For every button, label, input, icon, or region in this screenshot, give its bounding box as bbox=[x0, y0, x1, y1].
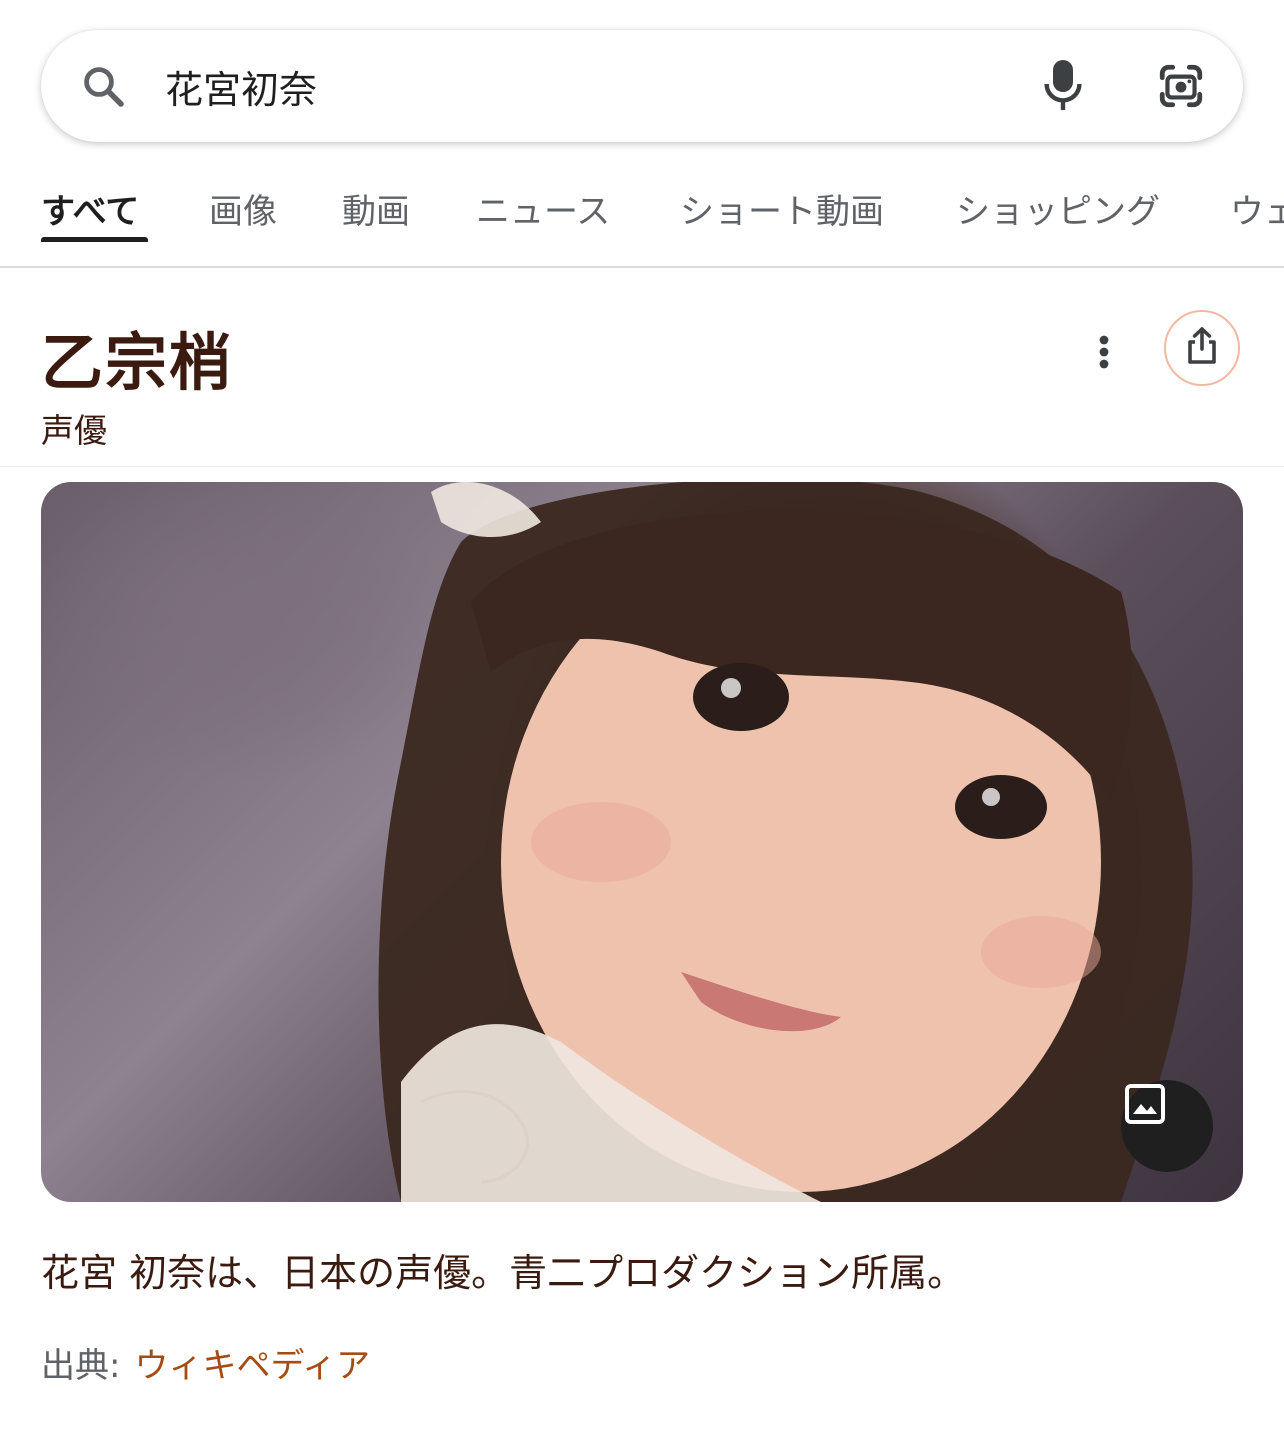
open-image-gallery-button[interactable] bbox=[1121, 1080, 1213, 1172]
tab-images[interactable]: 画像 bbox=[209, 184, 277, 233]
share-icon bbox=[1185, 327, 1219, 369]
more-vertical-icon bbox=[1098, 334, 1110, 374]
source-label: 出典: bbox=[41, 1346, 121, 1386]
search-tabs: すべて 画像 動画 ニュース ショート動画 ショッピング ウェ bbox=[0, 160, 1284, 268]
search-results-page: すべて 画像 動画 ニュース ショート動画 ショッピング ウェ 乙宗梢 声優 bbox=[0, 0, 1284, 1453]
microphone-icon[interactable] bbox=[1039, 56, 1087, 116]
tab-shopping[interactable]: ショッピング bbox=[956, 184, 1160, 233]
search-input[interactable] bbox=[165, 64, 1039, 108]
entity-title: 乙宗梢 bbox=[41, 326, 234, 399]
divider bbox=[0, 466, 1284, 467]
share-button[interactable] bbox=[1164, 310, 1240, 386]
tab-all[interactable]: すべて bbox=[41, 184, 139, 233]
tab-videos[interactable]: 動画 bbox=[342, 184, 410, 233]
more-options-button[interactable] bbox=[1084, 330, 1124, 378]
tab-news[interactable]: ニュース bbox=[476, 184, 610, 233]
search-icon[interactable] bbox=[77, 60, 129, 112]
wikipedia-link[interactable]: ウィキペディア bbox=[134, 1346, 370, 1386]
tab-web[interactable]: ウェ bbox=[1230, 184, 1284, 233]
tab-short-videos[interactable]: ショート動画 bbox=[680, 184, 884, 233]
search-box[interactable] bbox=[41, 30, 1243, 142]
portrait-illustration bbox=[378, 482, 1193, 1202]
source-line: 出典: ウィキペディア bbox=[41, 1338, 370, 1387]
entity-subtitle: 声優 bbox=[41, 411, 107, 450]
camera-lens-icon[interactable] bbox=[1155, 60, 1207, 112]
active-tab-indicator bbox=[41, 237, 148, 242]
search-bar bbox=[41, 30, 1243, 142]
entity-description: 花宮 初奈は、日本の声優。青二プロダクション所属。 bbox=[41, 1251, 966, 1295]
entity-photo[interactable] bbox=[41, 482, 1243, 1202]
